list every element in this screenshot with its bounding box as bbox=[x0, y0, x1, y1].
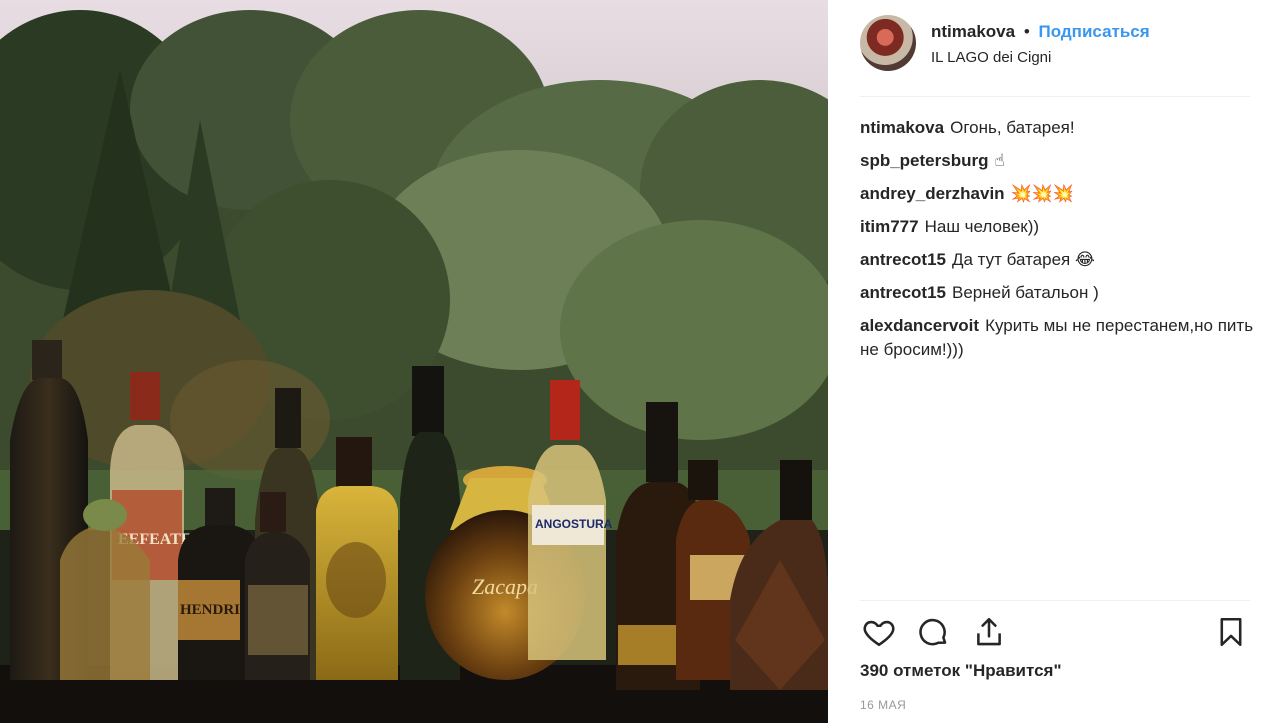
comment-text: ☝ bbox=[994, 151, 1005, 170]
hendricks-label: HENDRI bbox=[180, 602, 240, 618]
angostura-label: ANGOSTURA bbox=[535, 517, 613, 531]
comment-item: itim777 Наш человек)) bbox=[860, 215, 1260, 239]
comment-item: alexdancervoit Курить мы не перестанем,но… bbox=[860, 314, 1260, 362]
comment-text: 💥💥💥 bbox=[1010, 184, 1075, 203]
comment-author[interactable]: andrey_derzhavin bbox=[860, 184, 1005, 203]
comment-author[interactable]: itim777 bbox=[860, 217, 919, 236]
comment-author[interactable]: ntimakova bbox=[860, 118, 944, 137]
comment-author[interactable]: spb_petersburg bbox=[860, 151, 988, 170]
comment-item: antrecot15 Да тут батарея 😂 bbox=[860, 248, 1260, 272]
comment-author[interactable]: antrecot15 bbox=[860, 250, 946, 269]
likes-count[interactable]: 390 отметок "Нравится" bbox=[860, 661, 1062, 681]
comment-text: Наш человек)) bbox=[924, 217, 1040, 236]
save-button[interactable] bbox=[1212, 613, 1250, 651]
like-button[interactable] bbox=[860, 613, 898, 651]
comment-text: Верней батальон ) bbox=[951, 283, 1099, 302]
header-user-line: ntimakova • Подписаться bbox=[931, 22, 1150, 42]
comment-item: andrey_derzhavin 💥💥💥 bbox=[860, 182, 1260, 206]
comment-text: Да тут батарея 😂 bbox=[951, 250, 1095, 269]
post-username[interactable]: ntimakova bbox=[931, 22, 1015, 41]
separator-dot: • bbox=[1023, 22, 1030, 41]
action-bar bbox=[860, 613, 1250, 651]
post-location[interactable]: IL LAGO dei Cigni bbox=[931, 49, 1051, 66]
comment-author[interactable]: antrecot15 bbox=[860, 283, 946, 302]
comment-author[interactable]: alexdancervoit bbox=[860, 316, 979, 335]
instagram-post: EEFEATER HENDRI Zacapa ANGOSTURA ntimako… bbox=[0, 0, 1280, 723]
comment-text: Огонь, батарея! bbox=[950, 118, 1075, 137]
comment-item: spb_petersburg ☝ bbox=[860, 149, 1260, 173]
photo-illustration: EEFEATER HENDRI Zacapa ANGOSTURA bbox=[0, 0, 828, 723]
bookmark-icon bbox=[1220, 617, 1242, 647]
share-icon bbox=[977, 617, 1001, 646]
follow-button[interactable]: Подписаться bbox=[1039, 22, 1150, 41]
comment-item: antrecot15 Верней батальон ) bbox=[860, 281, 1260, 305]
divider bbox=[860, 600, 1250, 601]
post-header: ntimakova • Подписаться IL LAGO dei Cign… bbox=[860, 15, 1250, 95]
comment-button[interactable] bbox=[914, 613, 952, 651]
avatar[interactable] bbox=[860, 15, 916, 71]
post-photo[interactable]: EEFEATER HENDRI Zacapa ANGOSTURA bbox=[0, 0, 828, 723]
post-sidebar: ntimakova • Подписаться IL LAGO dei Cign… bbox=[828, 0, 1280, 723]
comment-item: ntimakova Огонь, батарея! bbox=[860, 116, 1260, 140]
divider bbox=[860, 96, 1250, 97]
post-date[interactable]: 16 МАЯ bbox=[860, 698, 906, 712]
comments-list: ntimakova Огонь, батарея! spb_petersburg ☝… bbox=[860, 116, 1260, 371]
heart-icon bbox=[863, 620, 895, 647]
comment-icon bbox=[919, 618, 947, 646]
share-button[interactable] bbox=[970, 613, 1008, 651]
